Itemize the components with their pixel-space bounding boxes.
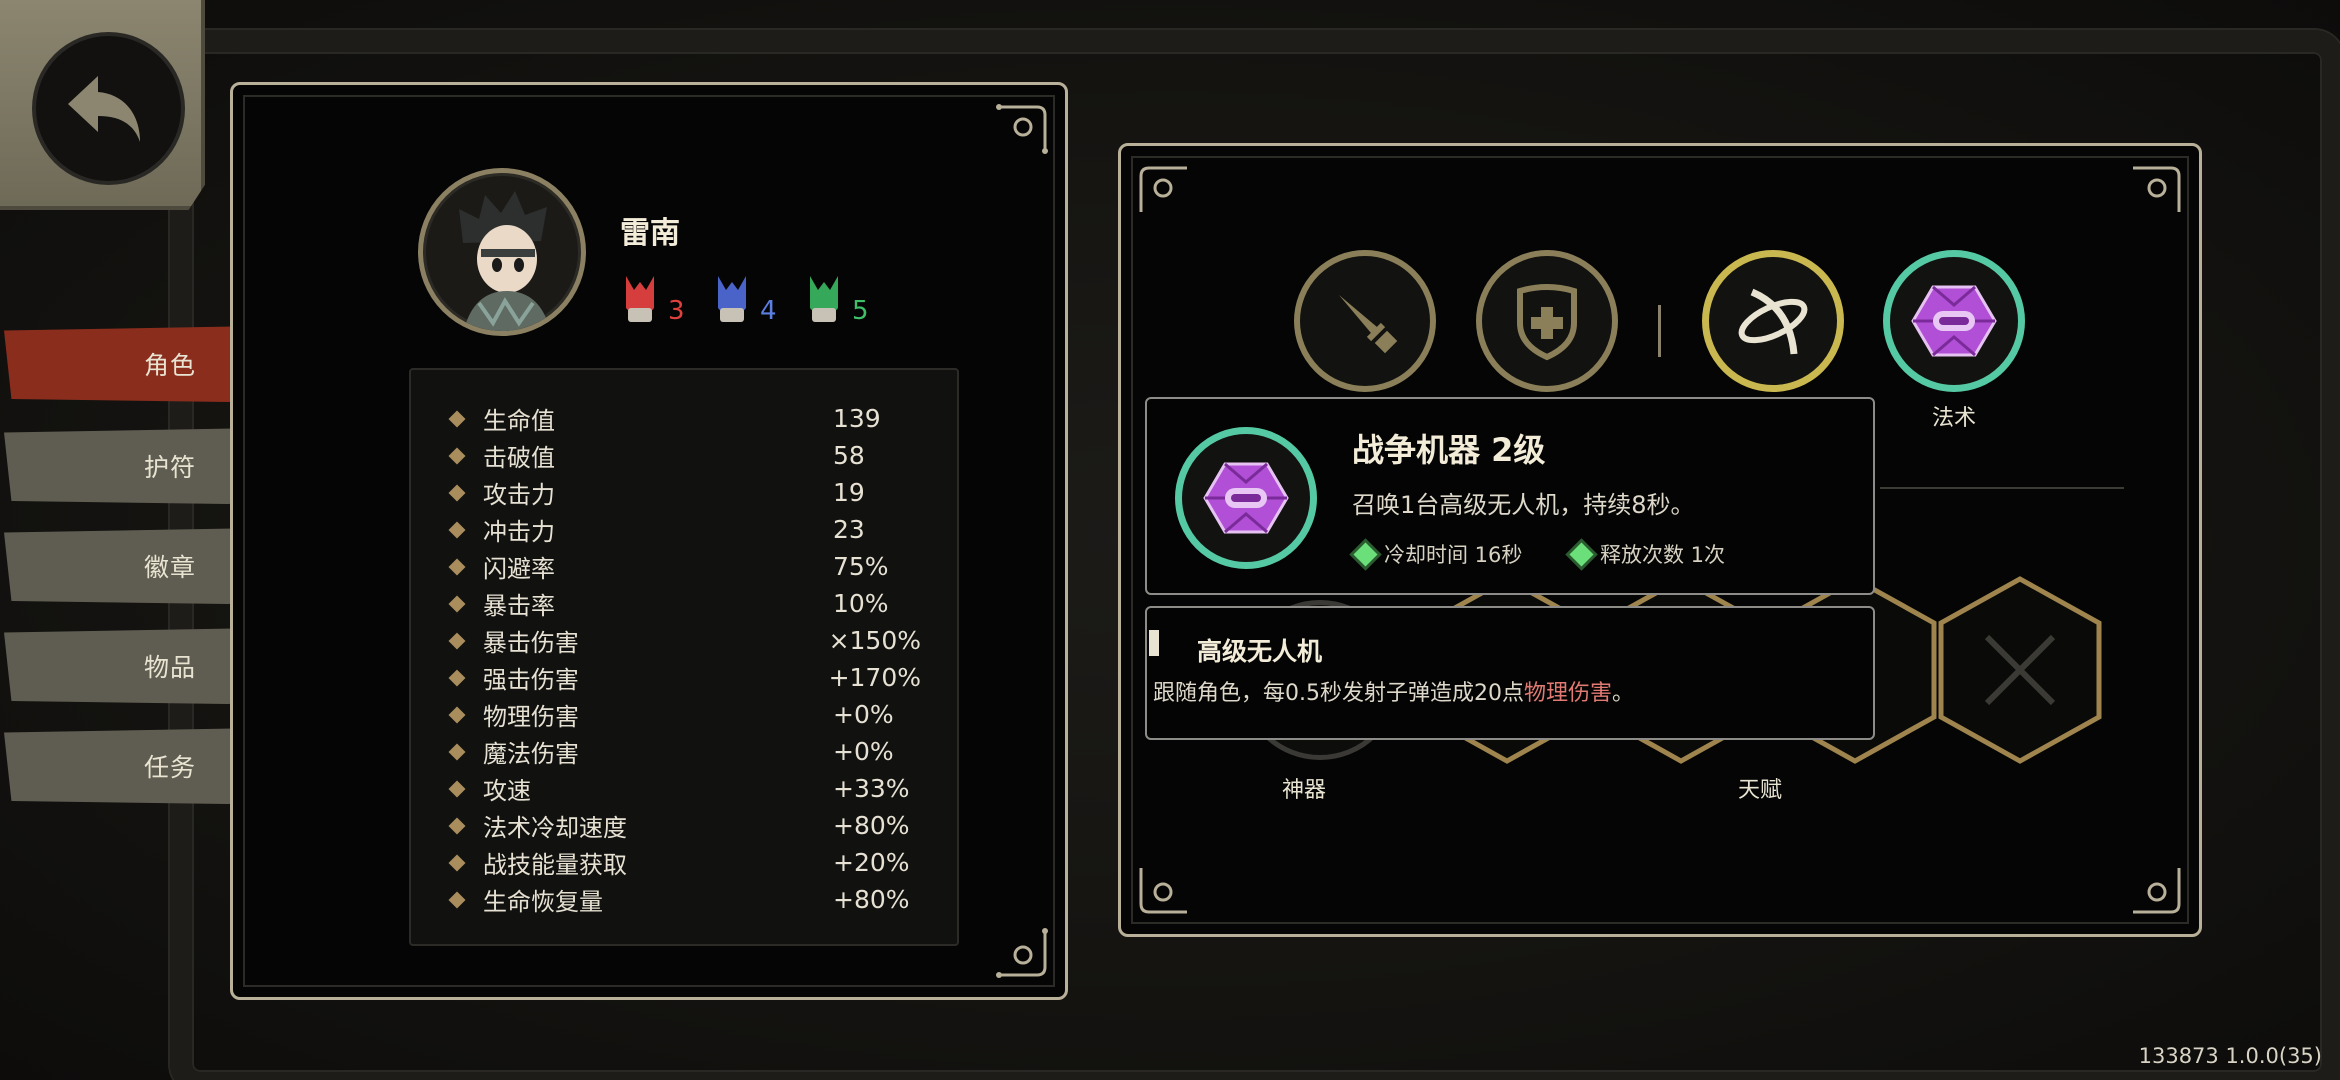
blue-mask-icon [718, 276, 746, 322]
version-label: 133873 1.0.0(35) [2138, 1044, 2322, 1068]
skill-tooltip-title: 战争机器 2级 [1352, 431, 1546, 469]
talent-label: 天赋 [1738, 778, 1783, 803]
stat-row: 攻击力 19 [448, 474, 921, 511]
cooldown-stat: 冷却时间 16秒 [1353, 539, 1522, 569]
tab-label: 物品 [143, 653, 196, 682]
stat-row: 强击伤害 +170% [448, 659, 921, 696]
skill-attack-button[interactable] [1294, 250, 1436, 392]
corner-ornament-icon [996, 928, 1048, 978]
skill-spell-button[interactable] [1883, 250, 2025, 392]
summon-tooltip-description: 跟随角色，每0.5秒发射子弹造成20点物理伤害。 [1153, 681, 1635, 706]
green-gem-count: 5 [852, 296, 869, 326]
skill-tooltip-card: 战争机器 2级 召唤1台高级无人机，持续8秒。 冷却时间 16秒 释放次数 1次 [1145, 397, 1875, 595]
skill-special-button[interactable] [1476, 250, 1618, 392]
purple-gem-icon [1203, 462, 1289, 534]
card-marker [1149, 630, 1159, 656]
back-button[interactable] [0, 0, 205, 210]
stat-row: 物理伤害 +0% [448, 696, 921, 733]
red-gem-count: 3 [668, 296, 685, 326]
corner-ornament-icon [1139, 166, 1187, 212]
blue-gem-count: 4 [760, 296, 777, 326]
character-avatar [418, 168, 586, 336]
skill-tooltip-description: 召唤1台高级无人机，持续8秒。 [1352, 491, 1695, 519]
tab-label: 任务 [143, 753, 196, 782]
stats-list: 生命值 139 击破值 58 攻击力 19 冲击力 23 闪避率 75% 暴击率 10% 暴… [409, 368, 959, 946]
stat-row: 魔法伤害 +0% [448, 733, 921, 770]
skill-separator [1658, 305, 1661, 357]
corner-ornament-icon [2133, 868, 2181, 914]
stat-row: 战技能量获取 +20% [448, 844, 921, 881]
slash-orbit-icon [1738, 288, 1808, 355]
red-mask-icon [626, 276, 654, 322]
stat-row: 冲击力 23 [448, 511, 921, 548]
blue-gem-group: 4 [714, 272, 777, 326]
skill-technique-button[interactable] [1702, 250, 1844, 392]
corner-ornament-icon [2133, 166, 2181, 212]
green-diamond-icon [1353, 541, 1378, 567]
talent-slot-locked[interactable] [1935, 575, 2105, 765]
stat-row: 生命恢复量 +80% [448, 881, 921, 918]
stat-row: 击破值 58 [448, 437, 921, 474]
stat-row: 法术冷却速度 +80% [448, 807, 921, 844]
tab-label: 角色 [143, 351, 196, 380]
stat-row: 生命值 139 [448, 400, 921, 437]
summon-tooltip-title: 高级无人机 [1197, 637, 1323, 666]
green-gem-group: 5 [806, 272, 869, 326]
stat-row: 暴击伤害 ×150% [448, 622, 921, 659]
artifact-label: 神器 [1282, 778, 1327, 803]
character-name: 雷南 [620, 216, 680, 251]
shield-plus-icon [1517, 284, 1577, 361]
purple-gem-icon [1911, 285, 1997, 357]
section-divider [1880, 487, 2124, 489]
casts-stat: 释放次数 1次 [1569, 539, 1725, 569]
stat-row: 闪避率 75% [448, 548, 921, 585]
stat-row: 暴击率 10% [448, 585, 921, 622]
tab-label: 徽章 [143, 553, 196, 582]
corner-ornament-icon [1139, 868, 1187, 914]
stat-row: 攻速 +33% [448, 770, 921, 807]
green-mask-icon [810, 276, 838, 322]
sword-icon [1339, 295, 1398, 354]
corner-ornament-icon [996, 104, 1048, 154]
skill-tooltip-icon [1175, 427, 1317, 569]
green-diamond-icon [1569, 541, 1594, 567]
skill-spell-label: 法术 [1931, 406, 1976, 431]
red-gem-group: 3 [622, 272, 685, 326]
back-arrow-icon [36, 36, 181, 181]
summon-tooltip-card: 高级无人机 跟随角色，每0.5秒发射子弹造成20点物理伤害。 [1145, 606, 1875, 740]
tab-label: 护符 [143, 453, 196, 482]
